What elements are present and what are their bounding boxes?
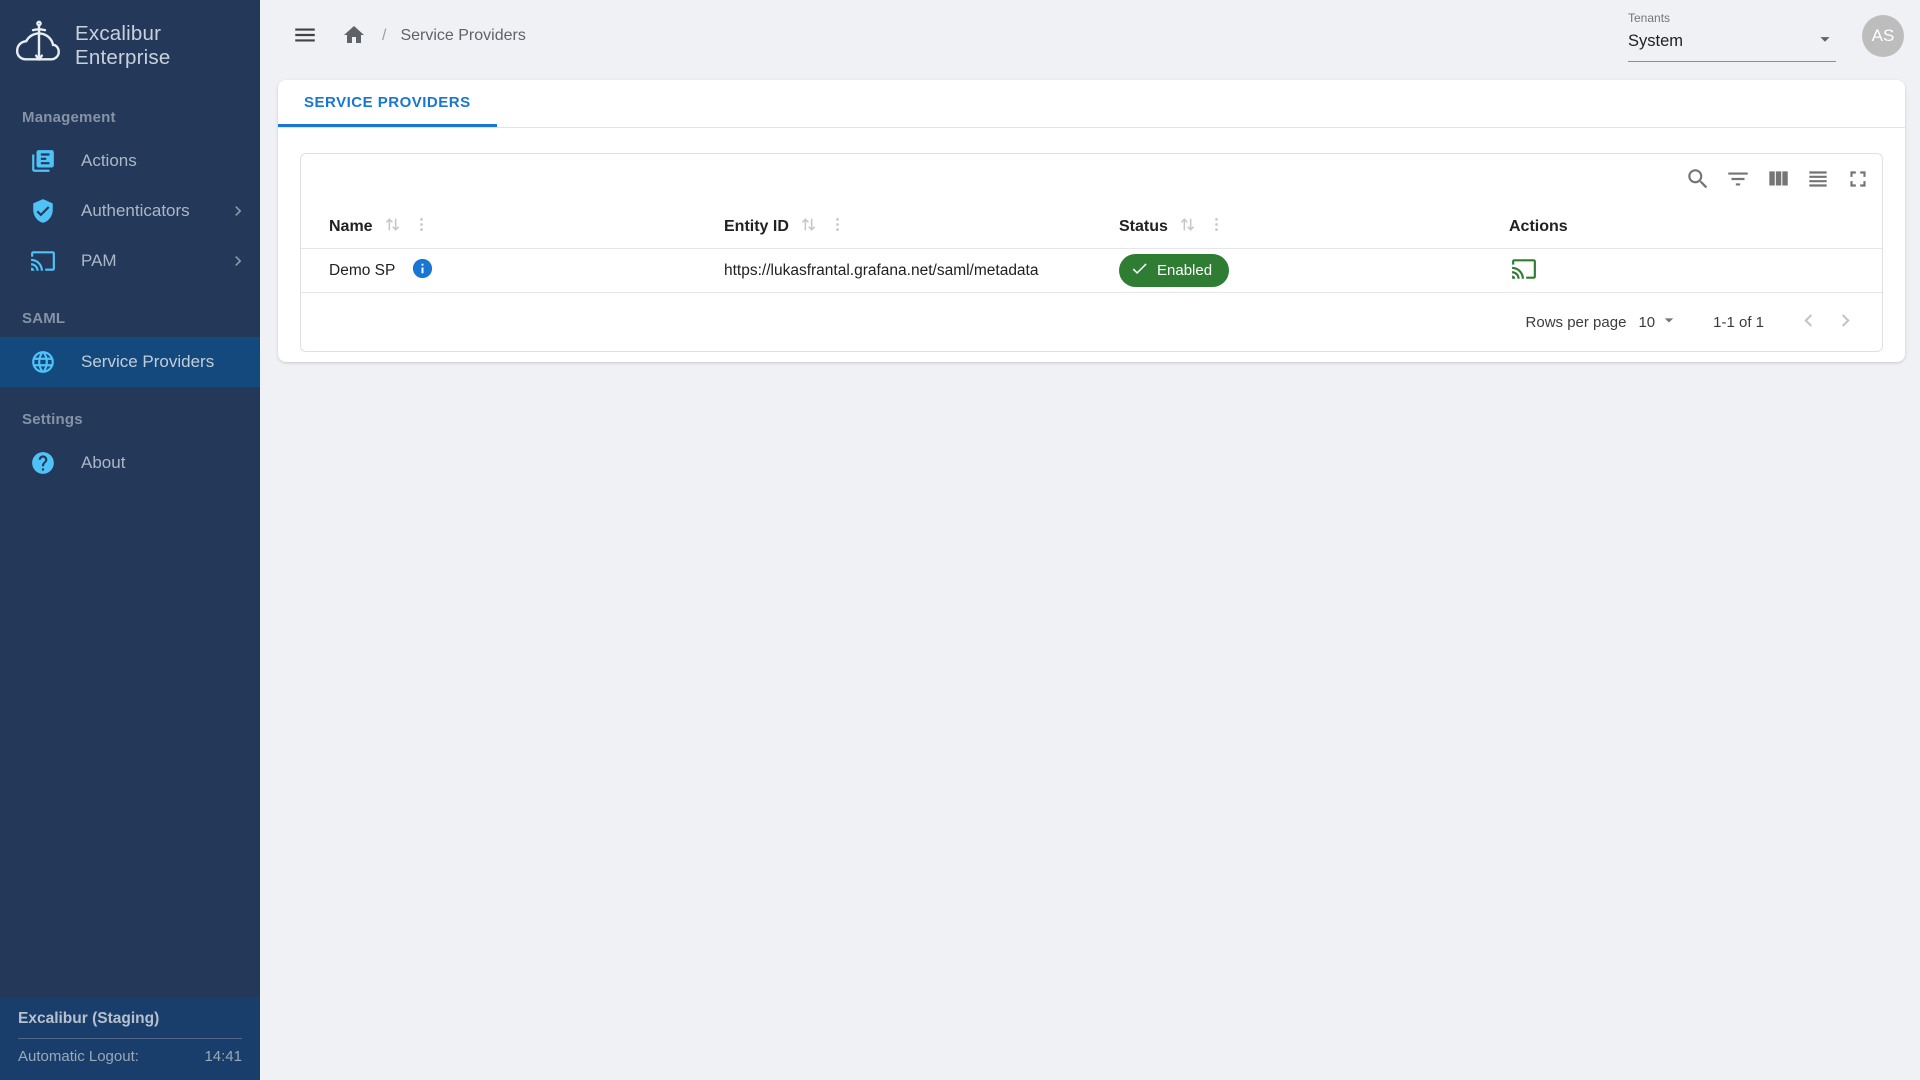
topbar: / Service Providers Tenants System AS	[260, 0, 1920, 72]
breadcrumb-home-button[interactable]	[340, 21, 368, 52]
tenants-select-value: System	[1628, 32, 1683, 51]
sort-icon[interactable]	[798, 214, 819, 240]
sort-icon[interactable]	[382, 214, 403, 240]
sidebar-footer: Excalibur (Staging) Automatic Logout: 14…	[0, 997, 260, 1080]
sidebar-item-label: About	[81, 453, 125, 473]
rows-per-page-label: Rows per page	[1526, 314, 1627, 331]
breadcrumb-current: Service Providers	[400, 27, 525, 45]
sidebar-item-label: PAM	[81, 251, 117, 271]
tenants-select-label: Tenants	[1628, 11, 1836, 25]
chevron-right-icon	[1833, 308, 1858, 336]
tab-service-providers[interactable]: SERVICE PROVIDERS	[278, 80, 497, 127]
main-area: / Service Providers Tenants System AS SE…	[260, 0, 1920, 1080]
breadcrumb: / Service Providers	[340, 21, 526, 52]
column-header-entity-id[interactable]: Entity ID	[696, 214, 1091, 240]
search-icon	[1685, 166, 1711, 195]
tenants-select[interactable]: Tenants System	[1628, 11, 1836, 62]
rows-per-page-value: 10	[1638, 314, 1655, 331]
fullscreen-icon	[1845, 166, 1871, 195]
column-header-label: Entity ID	[724, 218, 789, 236]
previous-page-button[interactable]	[1790, 302, 1827, 342]
sidebar-item-pam[interactable]: PAM	[0, 236, 260, 286]
column-header-name[interactable]: Name	[301, 214, 696, 240]
cast-action-button[interactable]	[1509, 254, 1539, 287]
table-columns-button[interactable]	[1758, 159, 1798, 202]
sidebar: Excalibur Enterprise Management Actions …	[0, 0, 260, 1080]
section-label-saml: SAML	[0, 286, 260, 337]
table-header-row: Name Entity ID	[301, 206, 1882, 249]
sidebar-item-label: Authenticators	[81, 201, 190, 221]
table-search-button[interactable]	[1678, 159, 1718, 202]
sp-entity-id: https://lukasfrantal.grafana.net/saml/me…	[724, 262, 1038, 280]
cast-icon	[30, 248, 56, 274]
shield-check-icon	[30, 198, 56, 224]
section-label-management: Management	[0, 85, 260, 136]
column-header-label: Status	[1119, 218, 1168, 236]
service-providers-table: Name Entity ID	[300, 153, 1883, 352]
section-label-settings: Settings	[0, 387, 260, 438]
sort-icon[interactable]	[1177, 214, 1198, 240]
tab-bar: SERVICE PROVIDERS	[278, 80, 1905, 128]
service-providers-card: SERVICE PROVIDERS	[278, 80, 1905, 362]
column-menu-icon[interactable]	[1207, 215, 1226, 239]
menu-toggle-button[interactable]	[284, 14, 326, 59]
chevron-right-icon	[228, 201, 248, 226]
table-filter-button[interactable]	[1718, 159, 1758, 202]
filter-icon	[1725, 166, 1751, 195]
table-pagination: Rows per page 10 1-1 of 1	[301, 293, 1882, 351]
column-header-status[interactable]: Status	[1091, 214, 1481, 240]
environment-name: Excalibur (Staging)	[18, 1010, 242, 1028]
cell-entity-id: https://lukasfrantal.grafana.net/saml/me…	[696, 262, 1091, 280]
info-icon[interactable]	[411, 257, 434, 285]
app-logo-row: Excalibur Enterprise	[0, 0, 260, 85]
columns-icon	[1765, 166, 1791, 195]
hamburger-icon	[292, 22, 318, 51]
pagination-range: 1-1 of 1	[1713, 314, 1764, 331]
sidebar-item-label: Actions	[81, 151, 137, 171]
chevron-left-icon	[1796, 308, 1821, 336]
table-fullscreen-button[interactable]	[1838, 159, 1878, 202]
help-icon	[30, 450, 56, 476]
app-title: Excalibur Enterprise	[75, 22, 244, 70]
table-row[interactable]: Demo SP https://lukasfrantal.grafana.net…	[301, 249, 1882, 293]
status-badge: Enabled	[1119, 254, 1229, 287]
cell-name: Demo SP	[301, 257, 696, 285]
rows-per-page-select[interactable]: 10	[1638, 310, 1679, 334]
auto-logout-timer: 14:41	[204, 1048, 242, 1065]
dropdown-arrow-icon	[1814, 28, 1836, 55]
column-menu-icon[interactable]	[412, 215, 431, 239]
sidebar-item-about[interactable]: About	[0, 438, 260, 488]
footer-divider	[18, 1038, 242, 1039]
home-icon	[342, 23, 366, 50]
sidebar-item-authenticators[interactable]: Authenticators	[0, 186, 260, 236]
status-badge-label: Enabled	[1157, 262, 1212, 279]
sidebar-item-label: Service Providers	[81, 352, 214, 372]
globe-icon	[30, 349, 56, 375]
avatar[interactable]: AS	[1862, 15, 1904, 57]
table-density-button[interactable]	[1798, 159, 1838, 202]
column-menu-icon[interactable]	[828, 215, 847, 239]
chevron-right-icon	[228, 251, 248, 276]
sp-name: Demo SP	[329, 262, 395, 280]
cell-actions	[1481, 254, 1882, 287]
sidebar-item-service-providers[interactable]: Service Providers	[0, 337, 260, 387]
excalibur-cloud-sword-logo-icon	[16, 20, 62, 71]
breadcrumb-separator: /	[382, 27, 386, 45]
dropdown-arrow-icon	[1659, 310, 1679, 334]
column-header-label: Actions	[1509, 218, 1568, 236]
check-icon	[1130, 259, 1149, 282]
next-page-button[interactable]	[1827, 302, 1864, 342]
cast-icon	[1511, 256, 1537, 285]
library-icon	[30, 148, 56, 174]
column-header-label: Name	[329, 218, 373, 236]
column-header-actions: Actions	[1481, 218, 1882, 236]
auto-logout-label: Automatic Logout:	[18, 1048, 139, 1065]
table-toolbar	[301, 154, 1882, 206]
sidebar-item-actions[interactable]: Actions	[0, 136, 260, 186]
cell-status: Enabled	[1091, 254, 1481, 287]
density-icon	[1805, 166, 1831, 195]
